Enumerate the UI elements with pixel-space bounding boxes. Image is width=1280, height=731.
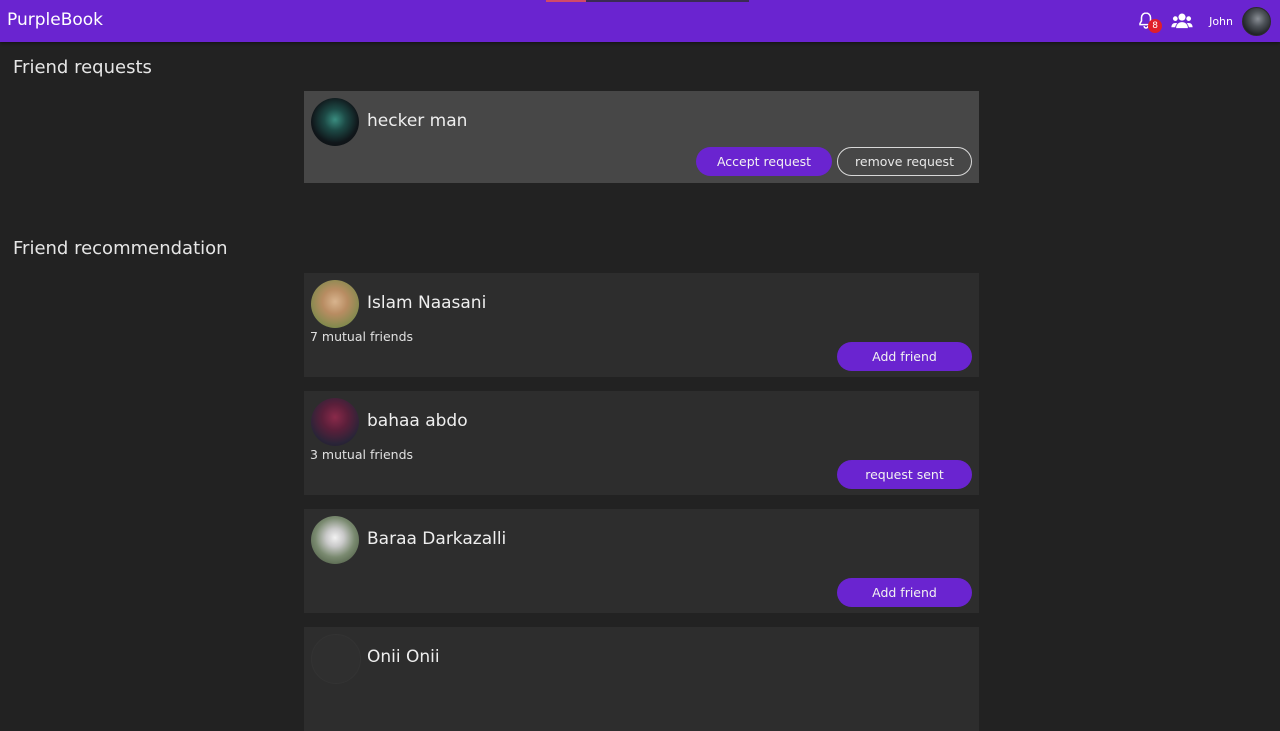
- add-friend-button[interactable]: Add friend: [837, 342, 972, 371]
- user-avatar[interactable]: [1242, 6, 1271, 36]
- loading-bar: [546, 0, 749, 2]
- notification-count-badge: 8: [1148, 19, 1163, 33]
- recommendation-name[interactable]: Islam Naasani: [367, 293, 486, 313]
- mutual-friends-count: 3 mutual friends: [310, 447, 414, 462]
- avatar[interactable]: [311, 398, 359, 446]
- avatar[interactable]: [311, 634, 361, 684]
- friend-requests-heading: Friend requests: [13, 57, 152, 78]
- request-sent-button[interactable]: request sent: [837, 460, 972, 489]
- friend-request-card: hecker man Accept request remove request: [304, 91, 979, 183]
- top-navbar: PurpleBook 8 John: [0, 0, 1280, 42]
- recommendation-card: Islam Naasani 7 mutual friends Add frien…: [304, 273, 979, 377]
- friend-recommendation-heading: Friend recommendation: [13, 238, 228, 259]
- mutual-friends-count: 7 mutual friends: [310, 329, 414, 344]
- username-label[interactable]: John: [1209, 15, 1233, 28]
- navbar-actions: 8 John: [1137, 6, 1271, 36]
- requester-name[interactable]: hecker man: [367, 111, 467, 131]
- friends-icon[interactable]: [1171, 11, 1193, 31]
- add-friend-button[interactable]: Add friend: [837, 578, 972, 607]
- accept-request-button[interactable]: Accept request: [696, 147, 832, 176]
- recommendation-name[interactable]: Baraa Darkazalli: [367, 529, 506, 549]
- avatar[interactable]: [311, 280, 359, 328]
- recommendation-card: bahaa abdo 3 mutual friends request sent: [304, 391, 979, 495]
- avatar[interactable]: [311, 516, 359, 564]
- avatar[interactable]: [311, 98, 359, 146]
- recommendation-name[interactable]: bahaa abdo: [367, 411, 468, 431]
- notifications-button[interactable]: 8: [1137, 10, 1163, 33]
- recommendation-card: Baraa Darkazalli Add friend: [304, 509, 979, 613]
- recommendation-card: Onii Onii: [304, 627, 979, 731]
- remove-request-button[interactable]: remove request: [837, 147, 972, 176]
- recommendation-name[interactable]: Onii Onii: [367, 647, 440, 667]
- brand-logo[interactable]: PurpleBook: [7, 10, 103, 30]
